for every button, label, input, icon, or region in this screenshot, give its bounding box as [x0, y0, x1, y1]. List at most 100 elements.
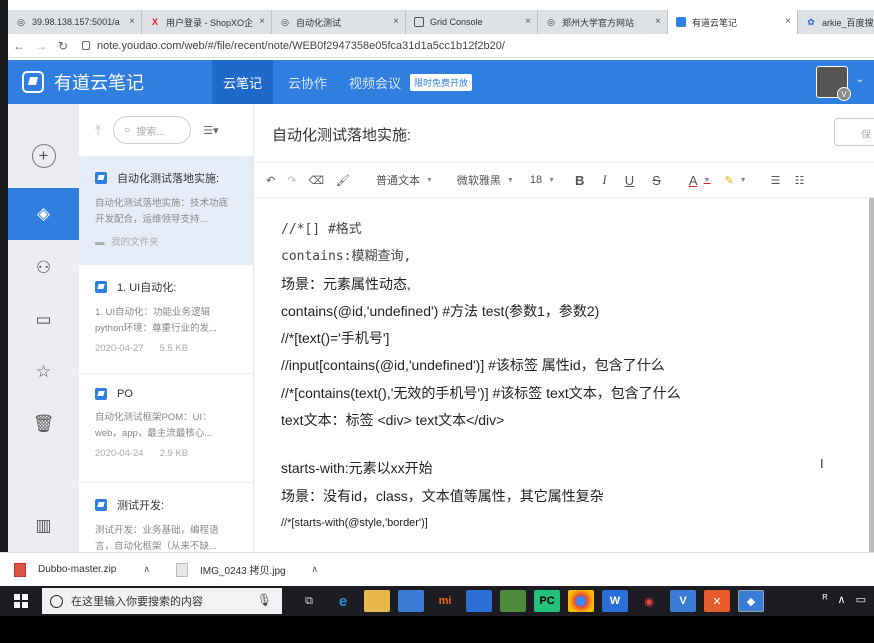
- note-editor: 自动化测试落地实施: 保 ↶ ↷ ⌫ 🖌 普通文本 ▼ 微软雅黑 ▼ 18 ▼ B I…: [254, 104, 874, 552]
- mi-icon[interactable]: mi: [432, 590, 458, 612]
- app-logo[interactable]: 有道云笔记: [22, 69, 212, 95]
- chevron-down-icon[interactable]: ⌄: [856, 74, 864, 85]
- browser-tab[interactable]: ◎ 自动化测试 ×: [272, 10, 406, 34]
- back-arrow-icon[interactable]: ←: [8, 39, 30, 53]
- upload-icon[interactable]: ⤒: [95, 122, 101, 139]
- sort-menu-icon[interactable]: ☰▾: [203, 124, 218, 137]
- taskbar-search-input[interactable]: 在这里输入你要搜索的内容 🎙: [42, 588, 282, 614]
- list-item[interactable]: 1. UI自动化: 1. UI自动化：功能业务逻辑python环境：尊重行业的发…: [79, 265, 253, 374]
- list-item[interactable]: 测试开发: 测试开发：业务基础，编程语言，自动化框架（从来不缺...: [79, 483, 253, 552]
- app-icon[interactable]: W: [602, 590, 628, 612]
- file-explorer-icon[interactable]: [364, 590, 390, 612]
- search-icon: ○: [124, 124, 131, 136]
- eraser-icon[interactable]: ⌫: [308, 174, 324, 187]
- edge-icon[interactable]: e: [330, 590, 356, 612]
- windows-start-icon[interactable]: [14, 594, 28, 608]
- browser-tab[interactable]: ◎ 39.98.138.157:5001/a ×: [8, 10, 142, 34]
- nav-cloud-notes[interactable]: 云笔记: [212, 60, 274, 104]
- sidebar-item-trash[interactable]: 🗑: [8, 398, 79, 450]
- highlight-icon[interactable]: ✎ ▼: [724, 174, 746, 187]
- layers-icon: ◈: [36, 204, 51, 223]
- bullet-list-icon[interactable]: ☰: [771, 174, 781, 187]
- forward-arrow-icon[interactable]: →: [30, 39, 52, 53]
- italic-button[interactable]: I: [602, 172, 606, 188]
- xmind-icon[interactable]: ✕: [704, 590, 730, 612]
- close-tab-icon[interactable]: ×: [785, 16, 791, 27]
- netease-music-icon[interactable]: ◉: [636, 590, 662, 612]
- vs-icon[interactable]: V: [670, 590, 696, 612]
- download-item[interactable]: Dubbo-master.zip ∧: [0, 562, 162, 577]
- icon-sidebar: + ◈ ⚇ ▭ ☆ 🗑 ▥: [8, 104, 79, 552]
- browser-tab-strip: ◎ 39.98.138.157:5001/a × X 用户登录 - ShopXO企 × …: [8, 10, 874, 34]
- user-share-icon: ⚇: [35, 258, 52, 277]
- note-icon: [95, 172, 107, 184]
- sidebar-item-shared[interactable]: ⚇: [8, 242, 79, 294]
- nav-collaboration[interactable]: 云协作: [277, 60, 338, 104]
- chevron-down-icon: ▼: [548, 176, 556, 184]
- note-list: ⤒ ○ 搜索... ☰▾ 自动化测试落地实施: 自动化测试落地实施：技术功底开发配…: [79, 104, 254, 552]
- numbered-list-icon[interactable]: ☷: [794, 174, 804, 187]
- windows-taskbar: 在这里输入你要搜索的内容 🎙 ⧉ e mi PC W ◉ V ✕ ◆ ᴿ ∧ ▭: [0, 586, 874, 616]
- scrollbar[interactable]: [869, 198, 874, 552]
- sidebar-item-recent[interactable]: ◈: [8, 188, 79, 240]
- user-avatar[interactable]: V: [816, 66, 851, 101]
- network-icon[interactable]: ▭: [856, 593, 866, 606]
- screen: ◎ 39.98.138.157:5001/a × X 用户登录 - ShopXO企 × …: [0, 0, 874, 643]
- browser-tab[interactable]: Grid Console ×: [406, 10, 538, 34]
- undo-icon[interactable]: ↶: [266, 174, 275, 187]
- underline-button[interactable]: U: [625, 173, 634, 188]
- close-tab-icon[interactable]: ×: [393, 16, 399, 27]
- user-status-icon[interactable]: ᴿ: [823, 593, 828, 606]
- nav-video-meeting[interactable]: 视频会议: [338, 60, 412, 104]
- close-tab-icon[interactable]: ×: [259, 16, 265, 27]
- vip-badge-icon: V: [837, 87, 851, 101]
- close-tab-icon[interactable]: ×: [129, 16, 135, 27]
- format-painter-icon[interactable]: 🖌: [336, 174, 350, 187]
- chevron-up-icon[interactable]: ∧: [311, 564, 318, 575]
- url-field[interactable]: note.youdao.com/web/#/file/recent/note/W…: [82, 40, 505, 52]
- font-color-button[interactable]: A ▼: [689, 173, 711, 188]
- close-tab-icon[interactable]: ×: [525, 16, 531, 27]
- new-note-button[interactable]: +: [8, 130, 79, 182]
- font-family-select[interactable]: 微软雅黑 ▼: [457, 172, 514, 188]
- chrome-icon[interactable]: [568, 590, 594, 612]
- sidebar-item-starred[interactable]: ☆: [8, 346, 79, 398]
- close-tab-icon[interactable]: ×: [655, 16, 661, 27]
- sidebar-item-folders[interactable]: ▭: [8, 294, 79, 346]
- grid-icon: [414, 17, 424, 27]
- note-icon: [95, 499, 107, 511]
- browser-tab-active[interactable]: 有道云笔记 ×: [668, 10, 798, 34]
- task-view-icon[interactable]: ⧉: [296, 590, 322, 612]
- strikethrough-button[interactable]: S: [652, 173, 661, 188]
- store-icon[interactable]: [398, 590, 424, 612]
- note-line: contains(@id,'undefined') #方法 test(参数1，参…: [281, 302, 600, 319]
- font-size-select[interactable]: 18 ▼: [530, 174, 555, 186]
- list-item[interactable]: PO 自动化测试框架POM：UI：web，app，最主流最核心... 2020-…: [79, 374, 253, 483]
- note-line: 场景：元素属性动态,: [281, 275, 411, 292]
- search-input[interactable]: ○ 搜索...: [113, 116, 192, 144]
- pycharm-icon[interactable]: PC: [534, 590, 560, 612]
- note-title[interactable]: 自动化测试落地实施:: [272, 124, 411, 145]
- browser-tab[interactable]: X 用户登录 - ShopXO企 ×: [142, 10, 272, 34]
- paragraph-style-select[interactable]: 普通文本 ▼: [376, 172, 433, 188]
- browser-tab[interactable]: ✿arkie_百度搜索: [798, 10, 874, 34]
- note-icon: [95, 388, 107, 400]
- mail-icon[interactable]: [466, 590, 492, 612]
- youdao-taskbar-icon[interactable]: ◆: [738, 590, 764, 612]
- photos-icon[interactable]: [500, 590, 526, 612]
- download-item[interactable]: IMG_0243 拷贝.jpg ∧: [162, 562, 330, 577]
- microphone-icon[interactable]: 🎙: [257, 593, 272, 607]
- list-item[interactable]: 自动化测试落地实施: 自动化测试落地实施：技术功底开发配合，运维领导支持... …: [79, 156, 253, 265]
- chevron-down-icon: ▼: [739, 176, 747, 184]
- reload-icon[interactable]: ↻: [52, 39, 74, 53]
- note-line: //*[contains(text(),'无效的手机号')] #该标签 text…: [281, 384, 681, 401]
- note-body[interactable]: //*[] #格式 contains:模糊查询, 场景：元素属性动态, cont…: [281, 216, 861, 537]
- save-button[interactable]: 保: [834, 118, 874, 146]
- tray-chevron-icon[interactable]: ∧: [838, 593, 846, 606]
- sidebar-collapse-button[interactable]: ▥: [8, 500, 79, 552]
- bold-button[interactable]: B: [575, 173, 584, 188]
- browser-tab[interactable]: ◎ 郑州大学官方网站 ×: [538, 10, 668, 34]
- cortana-circle-icon: [50, 594, 63, 608]
- redo-icon[interactable]: ↷: [287, 174, 296, 187]
- chevron-up-icon[interactable]: ∧: [143, 564, 150, 575]
